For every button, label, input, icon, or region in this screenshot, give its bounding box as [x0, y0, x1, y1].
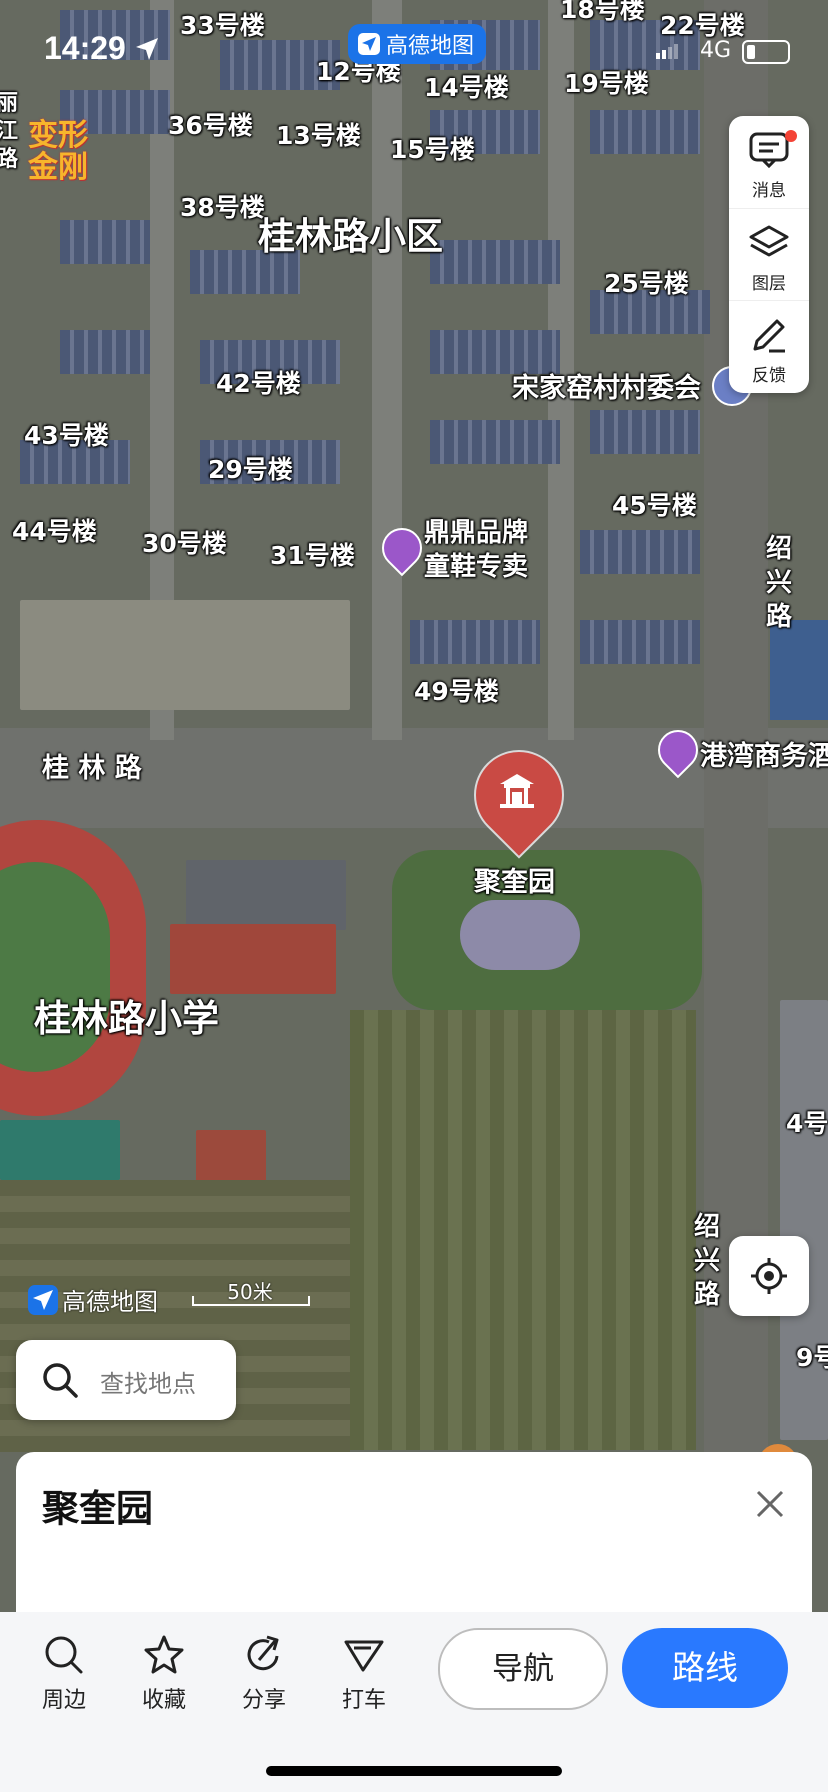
message-label: 消息	[752, 181, 786, 201]
nearby-label: 周边	[41, 1688, 86, 1713]
clock: 14:29	[44, 30, 126, 66]
inner-road	[372, 0, 402, 740]
map-label-school: 桂林路小学	[34, 997, 219, 1040]
map-label: 45号楼	[612, 491, 697, 520]
map-label: 25号楼	[604, 269, 689, 298]
home-indicator	[266, 1766, 562, 1776]
search-icon	[45, 1636, 83, 1674]
map-label: 4号	[786, 1109, 828, 1138]
selected-poi-marker[interactable]	[455, 731, 583, 859]
park-plaza	[460, 900, 580, 970]
layers-button[interactable]: 图层	[729, 208, 809, 299]
building	[430, 420, 560, 464]
message-button[interactable]: 消息	[729, 116, 809, 206]
taxi-button[interactable]: 打车	[324, 1632, 404, 1714]
taxi-label: 打车	[341, 1688, 386, 1713]
building	[580, 620, 700, 664]
map-label: 31号楼	[270, 541, 355, 570]
map-label: 38号楼	[180, 193, 265, 222]
map-watermark: 高德地图	[28, 1282, 158, 1317]
search-placeholder: 查找地点	[100, 1370, 196, 1398]
crosshair-icon	[751, 1258, 787, 1294]
map-label: 42号楼	[216, 369, 301, 398]
bottom-toolbar: 周边 收藏 分享 打车 导航 路线	[0, 1612, 828, 1792]
layers-icon	[749, 225, 789, 257]
map-label-road: 绍兴路	[693, 1212, 720, 1310]
building	[780, 1000, 828, 1440]
status-bar: 14:29 高德地图 4G	[0, 0, 828, 100]
gaode-logo-icon	[28, 1284, 58, 1315]
feedback-label: 反馈	[752, 366, 786, 386]
close-icon[interactable]	[750, 1484, 790, 1524]
search-icon	[43, 1363, 78, 1398]
taxi-icon	[344, 1640, 384, 1672]
map-label: 30号楼	[142, 529, 227, 558]
map-label-community: 桂林路小区	[258, 215, 443, 258]
star-icon	[144, 1635, 184, 1674]
building	[60, 220, 150, 264]
basketball-court	[0, 1120, 120, 1180]
map-label-road: 绍兴路	[765, 534, 792, 632]
gaode-logo-icon	[358, 33, 380, 55]
layers-label: 图层	[752, 274, 786, 294]
map-scale: 50米	[192, 1276, 310, 1306]
watermark-label: 高德地图	[62, 1288, 158, 1316]
poi-title: 聚奎园	[42, 1487, 153, 1530]
battery-icon	[742, 40, 790, 64]
building	[410, 620, 540, 664]
promo-logo[interactable]: 变形金刚	[28, 120, 92, 184]
navigate-button[interactable]: 导航	[438, 1628, 608, 1710]
building	[580, 530, 700, 574]
search-box[interactable]: 查找地点	[16, 1340, 236, 1420]
route-button[interactable]: 路线	[622, 1628, 788, 1708]
farmland	[350, 1010, 696, 1450]
map-label-village-committee: 宋家窑村村委会	[512, 373, 701, 404]
pavilion-icon	[500, 774, 534, 808]
carrier-badge[interactable]: 高德地图	[348, 24, 487, 64]
map-label-road: 丽江路	[0, 91, 19, 172]
share-label: 分享	[241, 1688, 286, 1713]
scale-bar	[192, 1296, 310, 1306]
map-tools-panel: 消息 图层 反馈	[729, 116, 809, 393]
signal-icon	[656, 44, 678, 59]
map-label: 49号楼	[414, 677, 499, 706]
location-arrow-icon	[136, 38, 158, 60]
building	[770, 620, 828, 720]
favorite-label: 收藏	[141, 1688, 186, 1713]
favorite-button[interactable]: 收藏	[124, 1632, 204, 1714]
carrier-label: 高德地图	[386, 34, 475, 59]
poi-detail-card[interactable]: 聚奎园	[16, 1452, 812, 1612]
school-building-roof	[170, 924, 336, 994]
map-label-park: 聚奎园	[474, 867, 555, 898]
map-label-shoe-store: 鼎鼎品牌童鞋专卖	[424, 518, 529, 582]
building	[590, 110, 700, 154]
feedback-button[interactable]: 反馈	[729, 300, 809, 391]
map-label: 29号楼	[208, 455, 293, 484]
map-label: 9号	[796, 1343, 828, 1372]
building	[430, 240, 560, 284]
nearby-button[interactable]: 周边	[24, 1632, 104, 1714]
share-button[interactable]: 分享	[224, 1632, 304, 1714]
notification-dot	[785, 130, 797, 142]
map-label: 43号楼	[24, 421, 109, 450]
network-type: 4G	[700, 38, 732, 63]
map-label-hotel: 港湾商务酒	[700, 741, 828, 772]
building	[60, 330, 150, 374]
map-label: 44号楼	[12, 517, 97, 546]
map-label: 15号楼	[390, 135, 475, 164]
building	[590, 410, 700, 454]
map-label: 36号楼	[168, 111, 253, 140]
school-building	[186, 860, 346, 930]
edit-pen-icon	[753, 319, 785, 353]
construction-site	[20, 600, 350, 710]
share-icon	[247, 1635, 279, 1671]
map-label: 13号楼	[276, 121, 361, 150]
locate-me-button[interactable]	[729, 1236, 809, 1316]
map-label-road: 桂 林 路	[42, 753, 142, 784]
